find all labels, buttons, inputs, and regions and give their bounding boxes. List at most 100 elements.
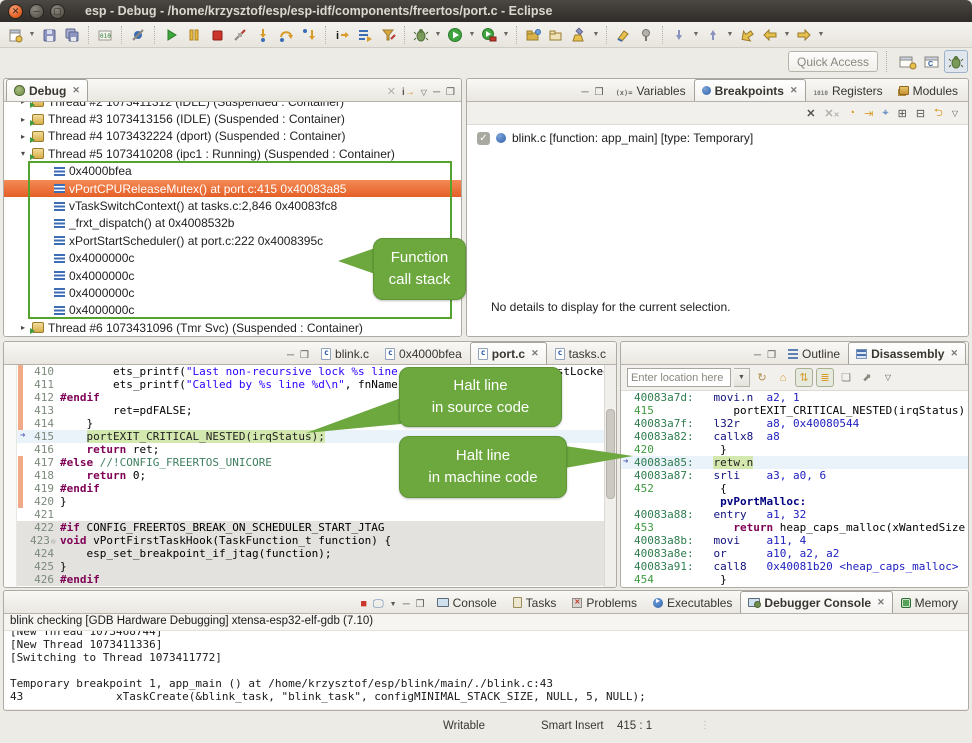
external-tools-icon[interactable] <box>478 24 500 46</box>
skip-all-breakpoints-icon[interactable]: ⌖ <box>882 107 888 120</box>
editor-tab[interactable]: 0x4000bfea ✕ <box>377 342 470 364</box>
maximize-icon[interactable]: ❒ <box>416 599 425 610</box>
debug-launch-icon[interactable] <box>410 24 432 46</box>
terminate-icon[interactable] <box>206 24 228 46</box>
maximize-icon[interactable]: ❒ <box>767 350 776 361</box>
location-input[interactable]: Enter location here <box>627 368 731 387</box>
previous-annotation-icon[interactable] <box>702 24 724 46</box>
minimize-icon[interactable]: ─ <box>403 599 410 610</box>
stack-row[interactable]: 0x4000bfea <box>4 163 461 180</box>
view-menu-icon[interactable]: ▽ <box>421 89 427 97</box>
follow-pc-icon[interactable]: ⇅ <box>795 368 813 387</box>
view-tab[interactable]: Disassembly ✕ <box>848 342 966 364</box>
console-tab[interactable]: Tasks ✕ <box>505 591 565 613</box>
forward-icon[interactable] <box>793 24 815 46</box>
binary-counter-icon[interactable]: 010 <box>94 24 116 46</box>
instruction-stepping-mode-icon[interactable]: i→ <box>402 88 415 98</box>
stack-row[interactable]: ▾ Thread #5 1073410208 (ipc1 : Running) … <box>4 145 461 162</box>
go-to-file-icon[interactable]: ⇥ <box>864 107 873 120</box>
step-into-icon[interactable] <box>252 24 274 46</box>
open-element-icon[interactable] <box>545 24 567 46</box>
display-console-icon[interactable]: 🖵 <box>373 599 384 610</box>
minimize-icon[interactable]: ─ <box>582 87 589 98</box>
view-tab[interactable]: Breakpoints ✕ <box>694 79 806 101</box>
console-tab[interactable]: Problems ✕ <box>564 591 645 613</box>
console-tab[interactable]: Console ✕ <box>429 591 505 613</box>
open-perspective-icon[interactable] <box>896 50 920 73</box>
next-annotation-dropdown[interactable]: ▼ <box>691 24 701 46</box>
mark-occurrences-icon[interactable] <box>612 24 634 46</box>
view-menu-icon[interactable]: ▽ <box>952 109 958 118</box>
back-dropdown[interactable]: ▼ <box>782 24 792 46</box>
cpp-perspective-icon[interactable]: C <box>920 50 944 73</box>
show-breakpoints-supported-icon[interactable]: ◔ <box>849 107 856 119</box>
view-tab[interactable]: Variables ✕ <box>608 79 694 101</box>
save-all-icon[interactable] <box>61 24 83 46</box>
view-tab[interactable]: Modules ✕ <box>891 79 966 101</box>
run-launch-dropdown[interactable]: ▼ <box>467 24 477 46</box>
stack-row[interactable]: ▸ Thread #2 1073411312 (IDLE) (Suspended… <box>4 102 461 110</box>
back-icon[interactable] <box>759 24 781 46</box>
link-with-debug-icon[interactable]: ⮌ <box>934 104 943 123</box>
show-console-icon[interactable] <box>354 24 376 46</box>
minimize-icon[interactable]: ─ <box>433 87 440 98</box>
export-icon[interactable]: ⬈ <box>858 368 876 387</box>
search-dropdown[interactable]: ▼ <box>591 24 601 46</box>
tab-debug[interactable]: Debug ✕ <box>6 79 88 101</box>
location-dropdown-icon[interactable]: ▼ <box>734 368 750 387</box>
stack-row[interactable]: _frxt_dispatch() at 0x4008532b <box>4 215 461 232</box>
run-launch-icon[interactable] <box>444 24 466 46</box>
editor-scrollbar[interactable] <box>604 365 616 588</box>
quick-access-input[interactable]: Quick Access <box>788 51 878 72</box>
window-minimize-button[interactable]: ─ <box>29 4 44 19</box>
editor-tab[interactable]: blink.c ✕ <box>313 342 377 364</box>
show-source-icon[interactable]: ≣ <box>816 368 834 387</box>
suspend-icon[interactable] <box>183 24 205 46</box>
search-icon[interactable] <box>568 24 590 46</box>
close-icon[interactable]: ✕ <box>790 85 798 96</box>
step-filters-icon[interactable] <box>377 24 399 46</box>
disconnect-icon[interactable] <box>229 24 251 46</box>
debug-launch-dropdown[interactable]: ▼ <box>433 24 443 46</box>
remove-all-breakpoints-icon[interactable]: ✕✕ <box>824 107 839 120</box>
save-icon[interactable] <box>38 24 60 46</box>
stack-row[interactable]: ▸ Thread #3 1073413156 (IDLE) (Suspended… <box>4 110 461 127</box>
expander-icon[interactable]: ▸ <box>18 115 28 124</box>
pin-editor-icon[interactable] <box>635 24 657 46</box>
view-tab[interactable]: Registers ✕ <box>806 79 891 101</box>
previous-annotation-dropdown[interactable]: ▼ <box>725 24 735 46</box>
debug-tree[interactable]: ▸ Thread #2 1073411312 (IDLE) (Suspended… <box>4 102 461 337</box>
new-project-icon[interactable] <box>522 24 544 46</box>
close-icon[interactable]: ✕ <box>531 348 539 359</box>
maximize-icon[interactable]: ❒ <box>595 87 604 98</box>
stack-row[interactable]: vPortCPUReleaseMutex() at port.c:415 0x4… <box>4 180 461 197</box>
console-dropdown-icon[interactable]: ▼ <box>390 601 397 608</box>
console-tab[interactable]: Executables ✕ <box>645 591 740 613</box>
external-tools-dropdown[interactable]: ▼ <box>501 24 511 46</box>
stack-row[interactable]: ▸ Thread #6 1073431096 (Tmr Svc) (Suspen… <box>4 319 461 336</box>
console-tab[interactable]: Memory ✕ <box>893 591 966 613</box>
disassembly-listing[interactable]: 40083a7d: movi.n a2, 1 415 portEXIT_CRIT… <box>621 391 968 587</box>
stack-row[interactable]: vTaskSwitchContext() at tasks.c:2,846 0x… <box>4 197 461 214</box>
breakpoint-row[interactable]: ✓ blink.c [function: app_main] [type: Te… <box>467 125 968 145</box>
expander-icon[interactable]: ▸ <box>18 132 28 141</box>
resume-icon[interactable] <box>160 24 182 46</box>
expand-all-icon[interactable]: ⊞ <box>898 107 907 120</box>
refresh-icon[interactable]: ↻ <box>753 368 771 387</box>
window-close-button[interactable]: ✕ <box>8 4 23 19</box>
editor-tab[interactable]: tasks.c ✕ <box>547 342 614 364</box>
home-icon[interactable]: ⌂ <box>774 368 792 387</box>
annotation-ruler[interactable] <box>4 365 17 588</box>
close-icon[interactable]: ✕ <box>877 597 885 608</box>
maximize-icon[interactable]: ❒ <box>300 350 309 361</box>
debug-perspective-icon[interactable] <box>944 50 968 73</box>
remove-breakpoint-icon[interactable]: ✕ <box>806 107 815 120</box>
remove-terminated-icon[interactable]: ✕ <box>387 87 396 98</box>
collapse-all-icon[interactable]: ⊟ <box>916 107 925 120</box>
terminate-icon[interactable]: ■ <box>360 599 367 610</box>
view-menu-icon[interactable]: ▽ <box>879 368 897 387</box>
console-output[interactable]: [New Thread 1073468744] [New Thread 1073… <box>4 631 968 709</box>
close-icon[interactable]: ✕ <box>72 85 80 96</box>
stack-row[interactable]: 0x4000000c <box>4 302 461 319</box>
maximize-icon[interactable]: ❒ <box>446 87 455 98</box>
